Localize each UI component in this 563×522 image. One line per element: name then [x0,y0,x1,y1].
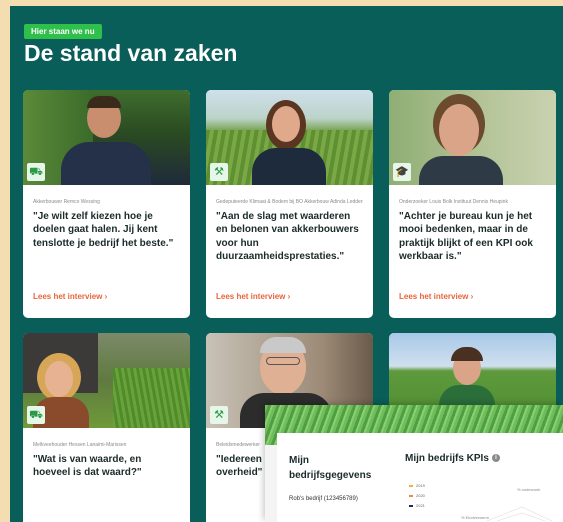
card-quote: "Aan de slag met waarderen en belonen va… [216,211,359,262]
card-role: Melkveehouder Hessen Lanaimi-Marissen [33,442,127,448]
legend-swatch [409,504,413,507]
legend-swatch [409,494,413,497]
legend-item: 2019 [409,481,425,491]
kpi-dashboard-card: Mijn bedrijfsgegevens Rob's bedrijf (123… [277,433,563,522]
year-legend: 2019 2020 2021 [409,481,425,511]
section-tag: Hier staan we nu [24,24,102,39]
interview-photo: ⚒ [206,90,373,185]
tractor-icon: ⛟ [27,163,45,181]
kpi-dashboard-preview: Mijn bedrijfsgegevens Rob's bedrijf (123… [265,405,563,522]
read-interview-link[interactable]: Lees het interview › [33,292,107,301]
legend-item: 2021 [409,501,425,511]
interview-card[interactable]: ⚒ Gedeputeerde Klimaat & Bodem bij BO Ak… [206,90,373,318]
kpi-radar-chart: % onderzoek % Eindverwerm [461,487,553,522]
company-data-heading: Mijn bedrijfsgegevens [289,455,372,481]
section-title: De stand van zaken [24,40,238,66]
chart-label: % onderzoek [517,487,540,492]
legend-item: 2020 [409,491,425,501]
card-role: Onderzoeker Louis Bolk Instituut Dennis … [399,199,508,205]
interview-card[interactable]: 🎓 Onderzoeker Louis Bolk Instituut Denni… [389,90,556,318]
gavel-icon: ⚒ [210,406,228,424]
card-quote: "Achter je bureau kun je het mooi bedenk… [399,211,533,262]
read-interview-link[interactable]: Lees het interview › [216,292,290,301]
card-role: Akkerbouwer Remco Wessing [33,199,100,205]
interview-card[interactable]: ⛟ Melkveehouder Hessen Lanaimi-Marissen … [23,333,190,522]
legend-swatch [409,484,413,487]
gavel-icon: ⚒ [210,163,228,181]
chart-label: % Eindverwerm [461,515,490,520]
interview-card[interactable]: ⛟ Akkerbouwer Remco Wessing "Je wilt zel… [23,90,190,318]
kpi-heading: Mijn bedrijfs KPIs i [405,453,500,464]
interview-photo: 🎓 [389,90,556,185]
company-name: Rob's bedrijf (123456789) [289,496,358,502]
read-interview-link[interactable]: Lees het interview › [399,292,473,301]
graduation-cap-icon: 🎓 [393,163,411,181]
interview-photo: ⛟ [23,90,190,185]
card-role: Gedeputeerde Klimaat & Bodem bij BO Akke… [216,199,363,205]
interview-photo: ⛟ [23,333,190,428]
card-quote: "Je wilt zelf kiezen hoe je doelen gaat … [33,211,174,249]
tractor-icon: ⛟ [27,406,45,424]
card-quote: "Wat is van waarde, en hoeveel is dat wa… [33,454,142,479]
info-icon[interactable]: i [491,454,500,463]
